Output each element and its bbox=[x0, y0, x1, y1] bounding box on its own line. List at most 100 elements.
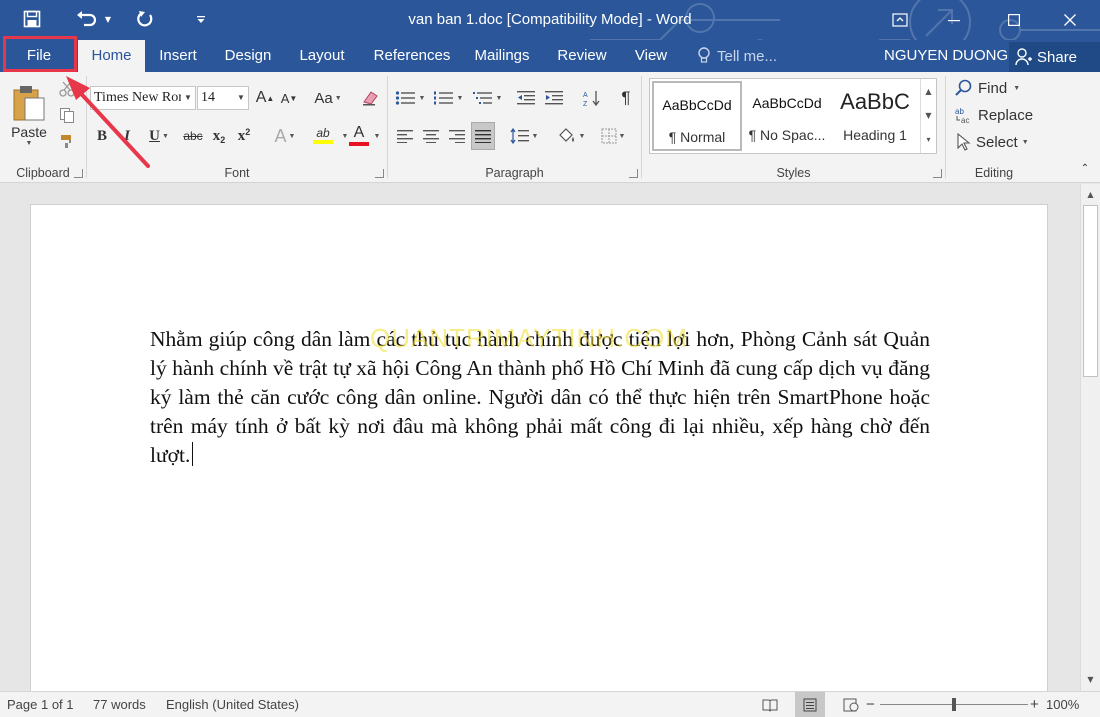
strikethrough-button[interactable]: abc bbox=[179, 124, 207, 148]
tab-review[interactable]: Review bbox=[550, 40, 614, 72]
numbering-button[interactable]: ▼ bbox=[430, 86, 466, 110]
tell-me-search[interactable]: Tell me... bbox=[697, 40, 777, 72]
bold-button[interactable]: B bbox=[92, 124, 112, 148]
tab-mailings[interactable]: Mailings bbox=[466, 40, 538, 72]
align-right-button[interactable] bbox=[446, 124, 468, 148]
replace-button[interactable]: ab ac Replace bbox=[955, 103, 1033, 127]
word-count[interactable]: 77 words bbox=[93, 692, 146, 717]
align-center-button[interactable] bbox=[420, 124, 442, 148]
styles-scroll-down-icon[interactable]: ▼ bbox=[921, 103, 936, 127]
read-mode-button[interactable] bbox=[760, 692, 780, 717]
print-layout-button[interactable] bbox=[795, 692, 825, 717]
undo-dropdown[interactable]: ▼ bbox=[101, 6, 115, 32]
format-painter-button[interactable] bbox=[56, 130, 78, 152]
redo-button[interactable] bbox=[131, 6, 159, 32]
web-layout-button[interactable] bbox=[840, 692, 862, 717]
styles-more-icon[interactable]: ▾ bbox=[921, 127, 936, 151]
change-case-button[interactable]: Aa ▼ bbox=[310, 86, 346, 110]
style-heading-1[interactable]: AaBbC Heading 1 bbox=[830, 81, 920, 151]
align-right-icon bbox=[449, 130, 465, 143]
vertical-scrollbar[interactable]: ▲ ▼ bbox=[1080, 184, 1100, 691]
scroll-down-icon[interactable]: ▼ bbox=[1081, 671, 1100, 688]
text-highlight-button[interactable]: ab bbox=[304, 122, 342, 148]
paragraph-group: ▼ ▼ ▼ A Z ¶ ▼ ▼ ▼ Paragraph bbox=[388, 72, 641, 183]
save-button[interactable] bbox=[18, 6, 46, 32]
numbering-icon bbox=[433, 91, 453, 105]
find-button[interactable]: Find ▼ bbox=[955, 76, 1020, 100]
cut-button[interactable] bbox=[56, 78, 78, 100]
tab-home[interactable]: Home bbox=[78, 40, 145, 73]
copy-button[interactable] bbox=[56, 104, 78, 126]
styles-scroll-up-icon[interactable]: ▲ bbox=[921, 79, 936, 103]
sort-icon: A Z bbox=[583, 91, 600, 107]
share-button[interactable]: Share bbox=[1009, 42, 1100, 72]
paragraph-launcher[interactable] bbox=[629, 169, 638, 178]
page-count[interactable]: Page 1 of 1 bbox=[7, 692, 74, 717]
italic-button[interactable]: I bbox=[117, 124, 137, 148]
bullets-icon bbox=[395, 91, 415, 105]
customize-qat-button[interactable] bbox=[190, 6, 212, 32]
bullets-button[interactable]: ▼ bbox=[392, 86, 428, 110]
undo-button[interactable] bbox=[72, 6, 100, 32]
clear-formatting-button[interactable] bbox=[359, 86, 381, 110]
tab-layout[interactable]: Layout bbox=[290, 40, 354, 72]
line-spacing-button[interactable]: ▼ bbox=[506, 124, 542, 148]
highlight-color-bar bbox=[313, 140, 333, 144]
decrease-indent-button[interactable] bbox=[514, 86, 538, 110]
redo-icon bbox=[137, 11, 153, 27]
zoom-slider-thumb[interactable] bbox=[952, 698, 956, 711]
borders-button[interactable]: ▼ bbox=[594, 124, 632, 148]
justify-button[interactable] bbox=[471, 122, 495, 150]
shrink-font-button[interactable]: A ▼ bbox=[278, 86, 300, 110]
maximize-button[interactable] bbox=[991, 0, 1037, 40]
text-effects-dropdown-icon: ▼ bbox=[288, 132, 296, 140]
font-color-dropdown[interactable]: ▼ bbox=[371, 124, 381, 148]
close-button[interactable] bbox=[1047, 0, 1093, 40]
font-group: Times New Roman ▼ 14 ▼ A ▲ A ▼ Aa ▼ B I U ▼ … bbox=[87, 72, 387, 183]
tab-view[interactable]: View bbox=[626, 40, 676, 72]
font-size-dropdown-icon[interactable]: ▼ bbox=[234, 87, 248, 109]
style-normal[interactable]: AaBbCcDd ¶ Normal bbox=[652, 81, 742, 151]
select-button[interactable]: Select ▼ bbox=[955, 130, 1029, 154]
tab-insert[interactable]: Insert bbox=[148, 40, 208, 72]
font-launcher[interactable] bbox=[375, 169, 384, 178]
sort-button[interactable]: A Z bbox=[580, 86, 604, 110]
minimize-button[interactable] bbox=[931, 0, 977, 40]
print-layout-icon bbox=[803, 698, 817, 712]
align-left-button[interactable] bbox=[394, 124, 416, 148]
superscript-button[interactable]: x2 bbox=[233, 124, 255, 148]
font-family-combo[interactable]: Times New Roman ▼ bbox=[90, 86, 196, 110]
scroll-up-icon[interactable]: ▲ bbox=[1081, 186, 1100, 203]
ribbon-display-options-button[interactable] bbox=[877, 0, 923, 40]
increase-indent-button[interactable] bbox=[542, 86, 566, 110]
font-family-dropdown-icon[interactable]: ▼ bbox=[181, 87, 195, 109]
account-user-name[interactable]: NGUYEN DUONG bbox=[884, 40, 1008, 72]
scroll-thumb[interactable] bbox=[1083, 205, 1098, 377]
title-bar: ▼ van ban 1.doc [Compatibility Mode] - W… bbox=[0, 0, 1100, 40]
zoom-out-button[interactable]: − bbox=[866, 692, 876, 717]
zoom-level[interactable]: 100% bbox=[1046, 692, 1079, 717]
zoom-in-button[interactable]: + bbox=[1030, 692, 1040, 717]
font-color-button[interactable]: A bbox=[345, 122, 373, 148]
tab-design[interactable]: Design bbox=[214, 40, 282, 72]
document-page[interactable]: Nhằm giúp công dân làm các thủ tục hành … bbox=[30, 204, 1048, 704]
document-canvas: Nhằm giúp công dân làm các thủ tục hành … bbox=[0, 184, 1080, 704]
paste-button[interactable]: Paste ▼ bbox=[6, 76, 52, 154]
clipboard-launcher[interactable] bbox=[74, 169, 83, 178]
grow-font-button[interactable]: A ▲ bbox=[254, 86, 276, 110]
language-indicator[interactable]: English (United States) bbox=[166, 692, 299, 717]
style-no-spacing[interactable]: AaBbCcDd ¶ No Spac... bbox=[742, 81, 832, 151]
font-size-combo[interactable]: 14 ▼ bbox=[197, 86, 249, 110]
multilevel-list-button[interactable]: ▼ bbox=[468, 86, 506, 110]
subscript-button[interactable]: x2 bbox=[208, 124, 230, 148]
shading-button[interactable]: ▼ bbox=[552, 124, 590, 148]
styles-launcher[interactable] bbox=[933, 169, 942, 178]
show-formatting-marks-button[interactable]: ¶ bbox=[614, 86, 638, 110]
decrease-indent-icon bbox=[517, 91, 535, 105]
paragraph-group-label: Paragraph bbox=[485, 166, 544, 180]
tab-references[interactable]: References bbox=[362, 40, 462, 72]
text-effects-button[interactable]: A ▼ bbox=[269, 124, 301, 148]
collapse-ribbon-button[interactable]: ⌃ bbox=[1076, 160, 1094, 176]
underline-dropdown-icon: ▼ bbox=[161, 132, 169, 140]
underline-button[interactable]: U ▼ bbox=[142, 124, 176, 148]
